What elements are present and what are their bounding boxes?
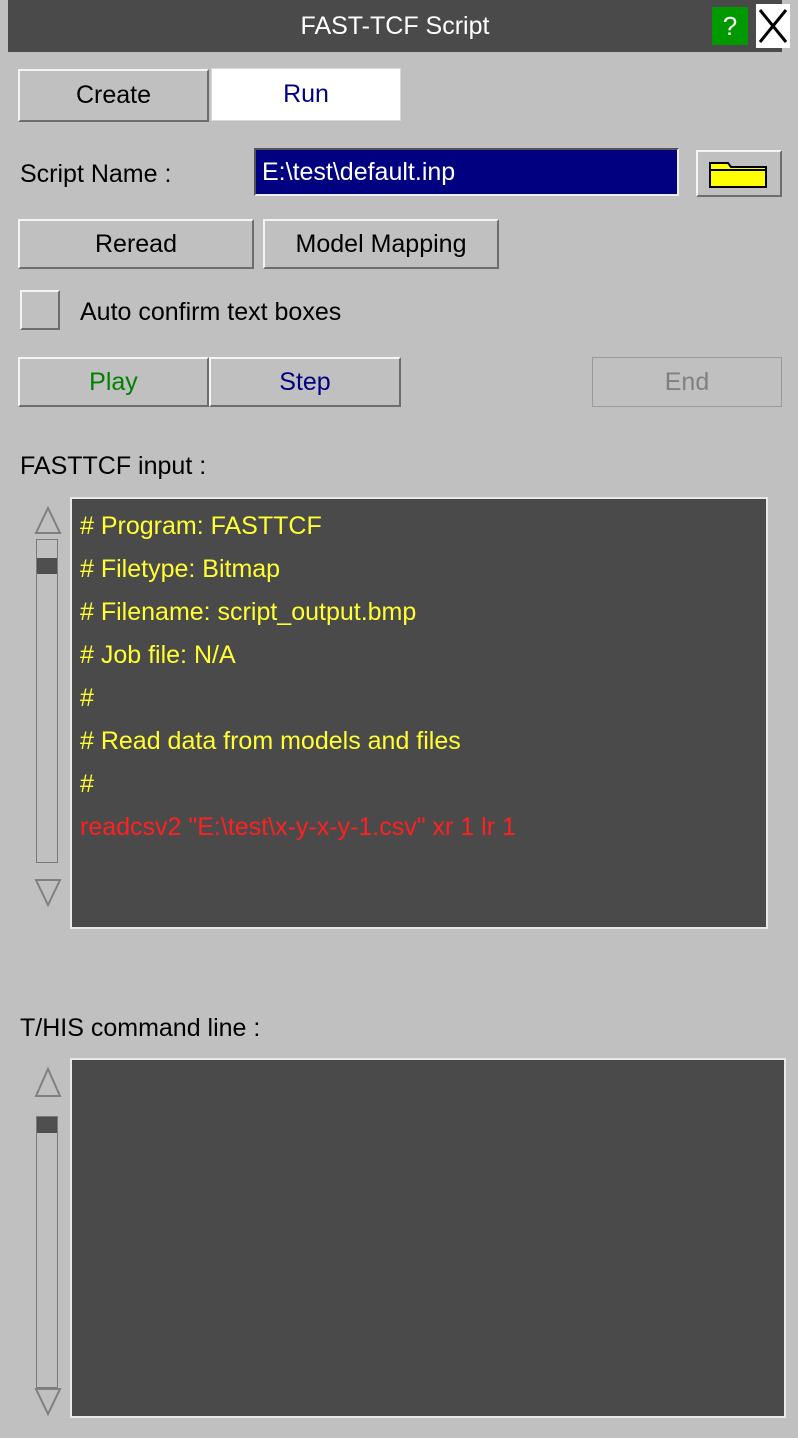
scroll-thumb[interactable] <box>37 558 57 574</box>
script-name-input[interactable]: E:\test\default.inp <box>254 148 679 196</box>
model-mapping-button[interactable]: Model Mapping <box>263 219 499 269</box>
reread-button[interactable]: Reread <box>18 219 254 269</box>
auto-confirm-label: Auto confirm text boxes <box>80 298 342 326</box>
scroll-track[interactable] <box>36 539 58 863</box>
this-command-area[interactable] <box>70 1058 786 1418</box>
script-line: # Filename: script_output.bmp <box>80 598 417 626</box>
step-button[interactable]: Step <box>209 357 401 407</box>
end-button[interactable]: End <box>592 357 782 407</box>
scroll-track[interactable] <box>36 1116 58 1388</box>
script-name-label: Script Name : <box>20 160 172 188</box>
auto-confirm-checkbox[interactable] <box>20 290 60 330</box>
this-scrollbar[interactable] <box>30 1066 66 1416</box>
play-button[interactable]: Play <box>18 357 209 407</box>
help-button[interactable]: ? <box>712 7 748 45</box>
fasttcf-scrollbar[interactable] <box>30 505 66 925</box>
close-button[interactable] <box>756 4 790 48</box>
browse-button[interactable] <box>696 150 782 197</box>
window-title: FAST-TCF Script <box>300 12 490 40</box>
scroll-thumb[interactable] <box>37 1117 57 1133</box>
this-command-label: T/HIS command line : <box>20 1014 261 1042</box>
script-line: # Program: FASTTCF <box>80 512 322 540</box>
title-bar: FAST-TCF Script ? <box>8 0 790 52</box>
script-line: # <box>80 684 94 712</box>
tab-run[interactable]: Run <box>211 68 401 121</box>
scroll-up-icon[interactable] <box>32 1066 64 1098</box>
folder-icon <box>709 162 767 188</box>
script-line: # Read data from models and files <box>80 727 461 755</box>
script-line: # <box>80 770 94 798</box>
fasttcf-input-label: FASTTCF input : <box>20 452 207 480</box>
scroll-down-icon[interactable] <box>32 1386 64 1416</box>
close-icon <box>758 9 788 43</box>
fasttcf-input-area[interactable]: # Program: FASTTCF # Filetype: Bitmap # … <box>70 497 768 929</box>
script-line: # Job file: N/A <box>80 641 236 669</box>
script-line: # Filetype: Bitmap <box>80 555 281 583</box>
scroll-up-icon[interactable] <box>32 505 64 535</box>
scroll-down-icon[interactable] <box>32 877 64 907</box>
tab-create[interactable]: Create <box>18 69 209 122</box>
script-command-line: readcsv2 "E:\test\x-y-x-y-1.csv" xr 1 lr… <box>80 813 516 841</box>
